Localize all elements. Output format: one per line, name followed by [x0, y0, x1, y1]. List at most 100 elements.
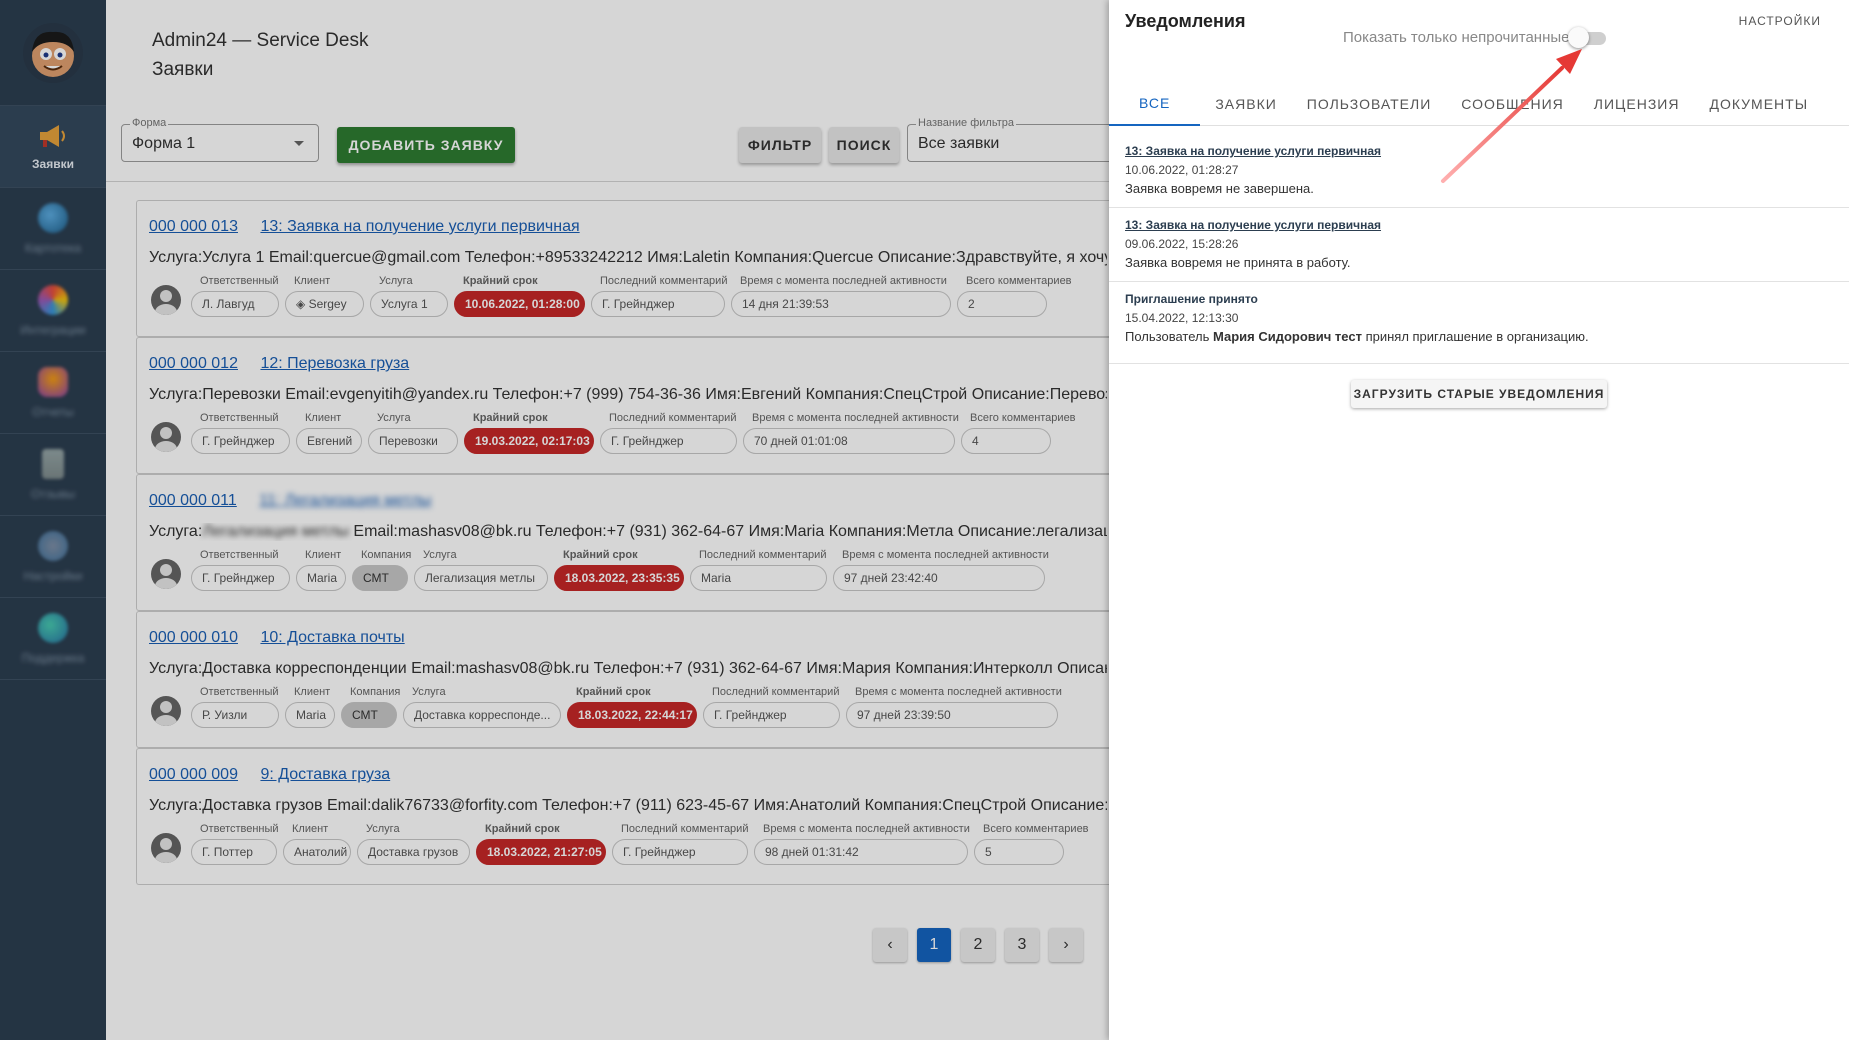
notifications-panel: Уведомления НАСТРОЙКИ Показать только не… — [1109, 0, 1849, 1040]
field-company: Компания СМТ — [352, 549, 411, 591]
chevron-down-icon — [294, 141, 304, 146]
tab-license[interactable]: ЛИЦЕНЗИЯ — [1579, 82, 1695, 126]
notification-title-link[interactable]: 13: Заявка на получение услуги первичная — [1125, 144, 1381, 158]
field-value: Евгений — [307, 434, 353, 448]
page-header: Admin24 — Service Desk Заявки — [106, 0, 1109, 106]
notification-title-link[interactable]: 13: Заявка на получение услуги первичная — [1125, 218, 1381, 232]
notification-text: Заявка вовремя не принята в работу. — [1125, 255, 1351, 270]
desc-suffix: Email:mashasv08@bk.ru Телефон:+7 (931) 3… — [348, 523, 1107, 540]
field-value: Легализация метлы — [425, 571, 536, 585]
field-label: Последний комментарий — [712, 686, 840, 698]
field-label: Услуга — [366, 823, 400, 835]
field-value: 97 дней 23:42:40 — [844, 571, 938, 585]
search-button[interactable]: ПОИСК — [829, 127, 899, 163]
sidebar-item-label: Отзывы — [31, 486, 75, 501]
ticket-fields: Ответственный Г. Грейнджер Клиент Евгений … — [191, 412, 1076, 454]
field-client: Клиент Евгений — [296, 412, 362, 454]
field-value: 98 дней 01:31:42 — [765, 845, 859, 859]
sidebar-item-4[interactable]: Отчеты — [0, 352, 106, 434]
blurred-icon — [42, 448, 64, 479]
ticket-card[interactable]: 000 000 010 10: Доставка почты Услуга:До… — [136, 611, 1109, 748]
field-client: Клиент ◈ Sergey — [285, 275, 364, 317]
tab-messages[interactable]: СООБЩЕНИЯ — [1446, 82, 1579, 126]
field-label: Ответственный — [200, 275, 279, 287]
avatar[interactable] — [23, 22, 83, 83]
notification-text: Заявка вовремя не завершена. — [1125, 181, 1314, 196]
field-value: Maria — [307, 571, 338, 585]
field-deadline: Крайний срок 18.03.2022, 21:27:05 — [476, 823, 606, 865]
switch-knob — [1567, 26, 1589, 48]
page-button-1[interactable]: 1 — [917, 928, 951, 962]
settings-link[interactable]: НАСТРОЙКИ — [1739, 14, 1821, 28]
ticket-number-link[interactable]: 000 000 011 — [149, 492, 237, 509]
field-client: Клиент Анатолий — [283, 823, 351, 865]
field-label: Время с момента последней активности — [740, 275, 947, 287]
next-page-button[interactable]: › — [1049, 928, 1083, 962]
filter-name-select[interactable]: Название фильтра Все заявки — [907, 117, 1117, 162]
ticket-number-link[interactable]: 000 000 013 — [149, 218, 238, 235]
ticket-title-link[interactable]: 13: Заявка на получение услуги первичная — [260, 218, 579, 235]
ticket-header: 000 000 012 12: Перевозка груза — [149, 355, 427, 373]
tab-documents[interactable]: ДОКУМЕНТЫ — [1694, 82, 1823, 126]
megaphone-icon — [40, 124, 65, 147]
notification-item[interactable]: 13: Заявка на получение услуги первичная… — [1109, 134, 1849, 208]
field-value: Доставка корреспонде... — [414, 708, 551, 722]
user-avatar-area[interactable] — [0, 0, 106, 106]
sidebar-item-tickets[interactable]: Заявки — [0, 106, 106, 188]
ticket-number-link[interactable]: 000 000 010 — [149, 629, 238, 646]
field-assignee: Ответственный Г. Поттер — [191, 823, 279, 865]
text-suffix: принял приглашение в организацию. — [1361, 329, 1589, 344]
field-value: 14 дня 21:39:53 — [742, 297, 829, 311]
field-label: Услуга — [412, 686, 446, 698]
sidebar-item-3[interactable]: Интеграции — [0, 270, 106, 352]
field-value: 5 — [985, 845, 992, 859]
add-ticket-button[interactable]: ДОБАВИТЬ ЗАЯВКУ — [337, 127, 515, 163]
filter-button[interactable]: ФИЛЬТР — [739, 127, 821, 163]
field-value: СМТ — [363, 571, 389, 585]
field-comment-count: Всего комментариев 2 — [957, 275, 1072, 317]
field-label: Крайний срок — [463, 275, 538, 287]
prev-page-button[interactable]: ‹ — [873, 928, 907, 962]
ticket-title-link[interactable]: 10: Доставка почты — [260, 629, 404, 646]
sidebar-item-5[interactable]: Отзывы — [0, 434, 106, 516]
tab-all[interactable]: ВСЕ — [1109, 82, 1201, 126]
notification-item[interactable]: 13: Заявка на получение услуги первичная… — [1109, 208, 1849, 282]
ticket-title-link[interactable]: 11: Легализация метлы — [259, 492, 431, 509]
unread-only-switch[interactable] — [1567, 26, 1606, 48]
ticket-fields: Ответственный Г. Поттер Клиент Анатолий Ус… — [191, 823, 1089, 865]
blurred-icon — [38, 612, 68, 643]
field-inactivity: Время с момента последней активности 98 д… — [754, 823, 970, 865]
notification-date: 09.06.2022, 15:28:26 — [1125, 237, 1239, 251]
load-old-notifications-button[interactable]: ЗАГРУЗИТЬ СТАРЫЕ УВЕДОМЛЕНИЯ — [1351, 380, 1607, 408]
field-label: Последний комментарий — [609, 412, 737, 424]
desc-blurred-service: Легализация метлы — [202, 523, 349, 540]
ticket-card[interactable]: 000 000 009 9: Доставка груза Услуга:Дос… — [136, 748, 1109, 885]
sidebar-item-2[interactable]: Картотека — [0, 188, 106, 270]
field-value: 2 — [968, 297, 975, 311]
app-title: Admin24 — Service Desk — [152, 30, 369, 51]
ticket-description: Услуга:Доставка корреспонденции Email:ma… — [149, 660, 1107, 677]
ticket-number-link[interactable]: 000 000 009 — [149, 766, 238, 783]
ticket-header: 000 000 013 13: Заявка на получение услу… — [149, 218, 598, 236]
field-inactivity: Время с момента последней активности 14 д… — [731, 275, 951, 317]
form-select[interactable]: Форма Форма 1 — [121, 117, 319, 162]
ticket-card[interactable]: 000 000 011 11: Легализация метлы Услуга… — [136, 474, 1109, 611]
ticket-title-link[interactable]: 12: Перевозка груза — [260, 355, 409, 372]
sidebar-item-6[interactable]: Настройки — [0, 516, 106, 598]
tab-users[interactable]: ПОЛЬЗОВАТЕЛИ — [1292, 82, 1446, 126]
field-last-comment: Последний комментарий Г. Грейнджер — [600, 412, 737, 454]
assignee-avatar — [151, 833, 181, 863]
ticket-number-link[interactable]: 000 000 012 — [149, 355, 238, 372]
ticket-title-link[interactable]: 9: Доставка груза — [260, 766, 390, 783]
tab-tickets[interactable]: ЗАЯВКИ — [1200, 82, 1291, 126]
field-label: Клиент — [294, 686, 331, 698]
notification-item[interactable]: Приглашение принято 15.04.2022, 12:13:30… — [1109, 282, 1849, 364]
ticket-card[interactable]: 000 000 013 13: Заявка на получение услу… — [136, 200, 1109, 337]
unread-only-toggle-row: Показать только непрочитанные — [1343, 26, 1606, 48]
page-button-3[interactable]: 3 — [1005, 928, 1039, 962]
field-label: Компания — [350, 686, 401, 698]
field-assignee: Ответственный Г. Грейнджер — [191, 412, 290, 454]
sidebar-item-7[interactable]: Поддержка — [0, 598, 106, 680]
page-button-2[interactable]: 2 — [961, 928, 995, 962]
ticket-card[interactable]: 000 000 012 12: Перевозка груза Услуга:П… — [136, 337, 1109, 474]
